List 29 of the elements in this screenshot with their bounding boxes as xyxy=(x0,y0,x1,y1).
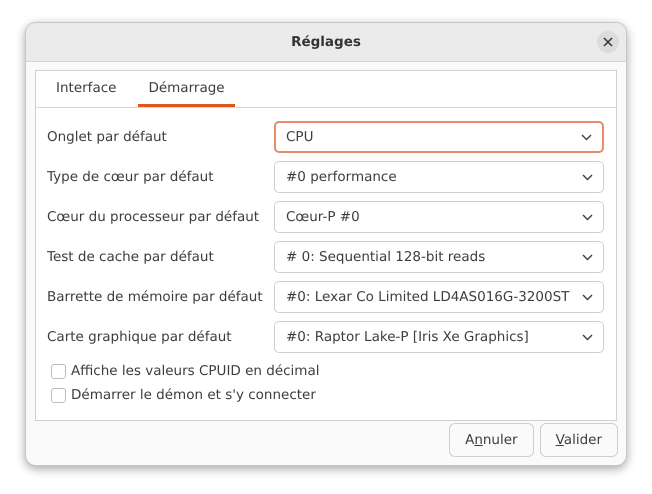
chevron-down-icon xyxy=(582,334,593,340)
setting-label: Barrette de mémoire par défaut xyxy=(47,289,264,305)
close-button[interactable] xyxy=(597,31,619,53)
tab[interactable]: Démarrage xyxy=(138,71,235,107)
dropdown[interactable]: #0: Lexar Co Limited LD4AS016G-3200ST xyxy=(274,281,604,313)
setting-label: Type de cœur par défaut xyxy=(47,169,215,185)
chevron-down-icon xyxy=(582,214,593,220)
dropdown[interactable]: # 0: Sequential 128-bit reads xyxy=(274,241,604,273)
checkbox-label[interactable]: Affiche les valeurs CPUID en décimal xyxy=(71,363,320,379)
window-title: Réglages xyxy=(291,34,361,50)
setting-label: Test de cache par défaut xyxy=(47,249,215,265)
dialog-button[interactable]: Annuler xyxy=(449,423,534,457)
checkbox[interactable] xyxy=(51,388,66,402)
chevron-down-icon xyxy=(582,294,593,300)
chevron-down-icon xyxy=(582,254,593,260)
setting-label: Onglet par défaut xyxy=(47,129,168,145)
close-icon xyxy=(603,37,613,47)
dialog-button[interactable]: Valider xyxy=(540,423,618,457)
chevron-down-icon xyxy=(582,174,593,180)
dropdown[interactable]: #0 performance xyxy=(274,161,604,193)
dropdown[interactable]: CPU xyxy=(274,121,604,153)
checkbox[interactable] xyxy=(51,364,66,378)
chevron-down-icon xyxy=(581,134,592,140)
dropdown[interactable]: Cœur-P #0 xyxy=(274,201,604,233)
setting-label: Carte graphique par défaut xyxy=(47,329,233,345)
tab[interactable]: Interface xyxy=(46,71,126,107)
setting-label: Cœur du processeur par défaut xyxy=(47,209,260,225)
checkbox-label[interactable]: Démarrer le démon et s'y connecter xyxy=(71,387,316,403)
dropdown[interactable]: #0: Raptor Lake-P [Iris Xe Graphics] xyxy=(274,321,604,353)
